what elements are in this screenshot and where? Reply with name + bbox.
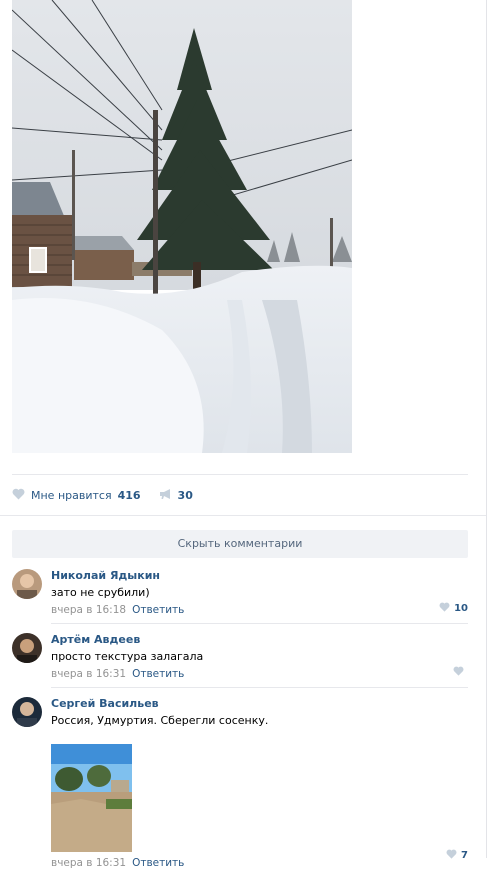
like-count: 416 bbox=[117, 488, 141, 502]
comment-text: Россия, Удмуртия. Сберегли сосенку. bbox=[51, 714, 269, 727]
winter-street-photo bbox=[12, 0, 352, 453]
heart-icon bbox=[12, 488, 25, 503]
reply-link[interactable]: Ответить bbox=[132, 857, 184, 869]
hide-comments-button[interactable]: Скрыть комментарии bbox=[12, 530, 468, 558]
comment-text: зато не срубили) bbox=[51, 586, 150, 599]
comment-author[interactable]: Сергей Васильев bbox=[51, 697, 468, 710]
avatar[interactable] bbox=[12, 697, 42, 727]
heart-icon bbox=[453, 666, 464, 679]
comment-photo-attachment[interactable] bbox=[51, 744, 132, 852]
divider bbox=[51, 687, 468, 688]
divider bbox=[51, 623, 468, 624]
comment-author[interactable]: Николай Ядыкин bbox=[51, 569, 468, 582]
megaphone-icon bbox=[159, 488, 172, 503]
divider bbox=[0, 515, 486, 516]
divider bbox=[12, 474, 468, 475]
comment-like-count: 7 bbox=[461, 850, 468, 861]
share-button[interactable]: 30 bbox=[159, 488, 193, 503]
comment-like-button[interactable]: 10 bbox=[439, 602, 468, 615]
comment-time[interactable]: вчера в 16:18 bbox=[51, 604, 126, 616]
reply-link[interactable]: Ответить bbox=[132, 668, 184, 680]
comment: Артём Авдеев просто текстура залагала вч… bbox=[12, 633, 468, 683]
like-button[interactable]: Мне нравится 416 bbox=[12, 488, 141, 503]
post-actions: Мне нравится 416 30 bbox=[12, 486, 211, 504]
comment-author[interactable]: Артём Авдеев bbox=[51, 633, 468, 646]
avatar[interactable] bbox=[12, 569, 42, 599]
comment-like-count: 10 bbox=[454, 603, 468, 614]
share-count: 30 bbox=[177, 488, 193, 502]
comment-time[interactable]: вчера в 16:31 bbox=[51, 857, 126, 869]
comment: Сергей Васильев Россия, Удмуртия. Сберег… bbox=[12, 697, 468, 869]
heart-icon bbox=[446, 849, 457, 862]
comment-like-button[interactable]: 7 bbox=[446, 849, 468, 862]
reply-link[interactable]: Ответить bbox=[132, 604, 184, 616]
post-photo[interactable] bbox=[12, 0, 352, 453]
like-label: Мне нравится bbox=[31, 488, 112, 502]
summer-road-photo bbox=[51, 744, 132, 852]
heart-icon bbox=[439, 602, 450, 615]
comment-time[interactable]: вчера в 16:31 bbox=[51, 668, 126, 680]
comment-text: просто текстура залагала bbox=[51, 650, 204, 663]
comment-like-button[interactable] bbox=[453, 666, 468, 679]
avatar[interactable] bbox=[12, 633, 42, 663]
comment: Николай Ядыкин зато не срубили) вчера в … bbox=[12, 569, 468, 619]
post-card: Мне нравится 416 30 Скрыть комментарии Н… bbox=[0, 0, 487, 869]
